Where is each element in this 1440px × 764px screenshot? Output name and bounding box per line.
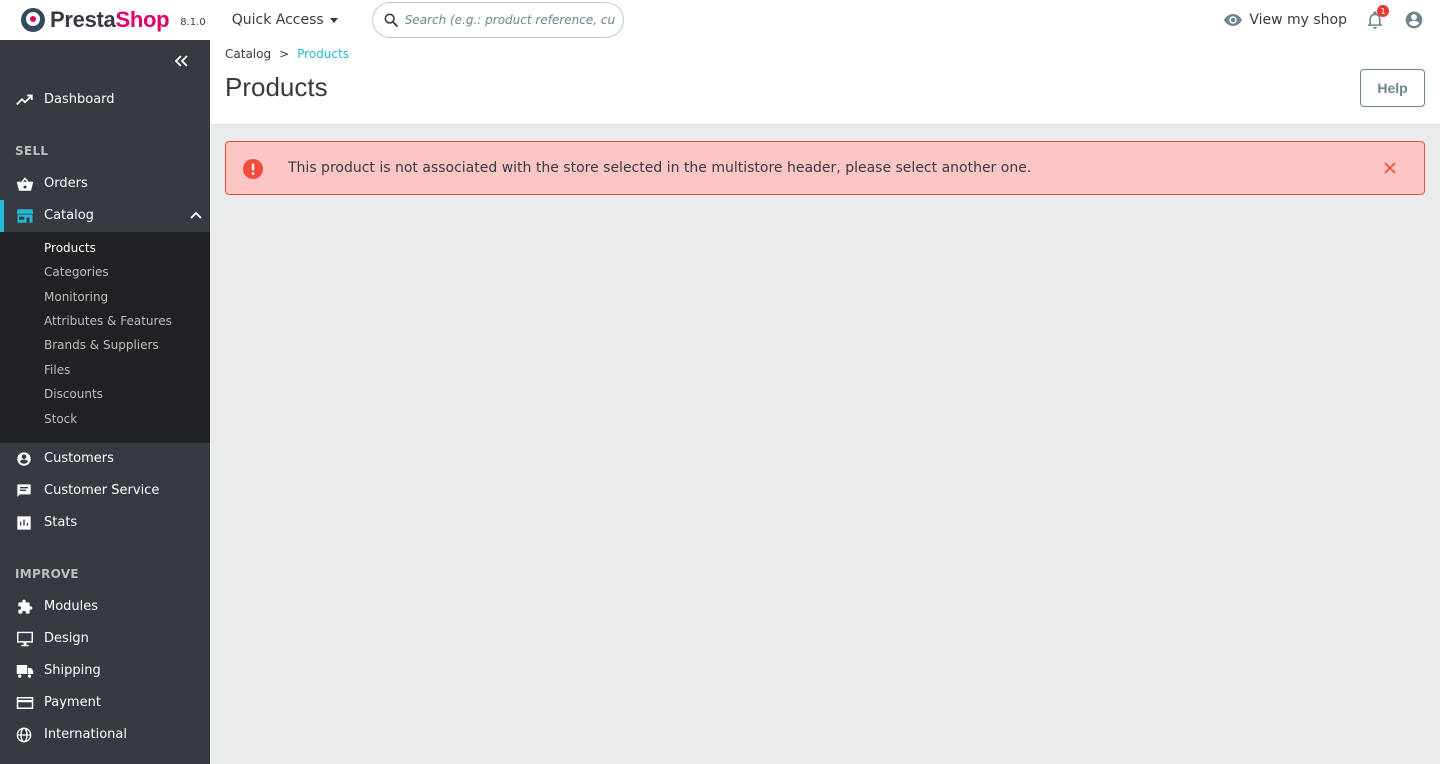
page-title: Products xyxy=(225,72,328,102)
brand-name: PrestaShop xyxy=(50,7,170,33)
submenu-item-discounts[interactable]: Discounts xyxy=(44,387,103,401)
error-alert: This product is not associated with the … xyxy=(225,141,1425,195)
account-circle-icon xyxy=(1405,11,1423,29)
sidebar-item-label: Dashboard xyxy=(44,92,115,107)
breadcrumb-separator: > xyxy=(279,47,290,61)
sidebar-item-international[interactable]: International xyxy=(0,719,210,751)
desktop-icon xyxy=(17,631,33,647)
chevron-up-icon xyxy=(190,211,202,219)
sidebar-item-catalog[interactable]: Catalog xyxy=(0,200,210,232)
alert-message: This product is not associated with the … xyxy=(288,160,1032,176)
submenu-item-monitoring[interactable]: Monitoring xyxy=(44,290,108,304)
quick-access-dropdown[interactable]: Quick Access xyxy=(232,12,338,28)
sidebar-item-label: Shipping xyxy=(44,663,101,678)
trending-up-icon xyxy=(16,94,33,106)
sidebar-item-label: International xyxy=(44,727,127,742)
search-input[interactable] xyxy=(404,13,615,27)
search-icon xyxy=(384,13,398,27)
shopping-basket-icon xyxy=(16,177,34,191)
account-button[interactable] xyxy=(1404,10,1424,30)
truck-icon xyxy=(16,665,34,678)
prestashop-logo[interactable]: PrestaShop xyxy=(21,7,170,33)
credit-card-icon xyxy=(16,697,34,709)
sidebar-item-label: Catalog xyxy=(44,208,94,223)
sidebar-item-label: Modules xyxy=(44,599,99,614)
breadcrumb: Catalog > Products xyxy=(225,47,349,61)
sidebar-item-dashboard[interactable]: Dashboard xyxy=(0,84,210,116)
submenu-item-attributes-features[interactable]: Attributes & Features xyxy=(44,314,172,328)
sidebar-item-customers[interactable]: Customers xyxy=(0,443,210,475)
section-title-sell: SELL xyxy=(15,144,49,158)
submenu-item-stock[interactable]: Stock xyxy=(44,412,77,426)
header-actions: View my shop 1 xyxy=(1224,0,1440,40)
sidebar-item-design[interactable]: Design xyxy=(0,623,210,655)
submenu-item-files[interactable]: Files xyxy=(44,363,70,377)
submenu-item-categories[interactable]: Categories xyxy=(44,265,109,279)
sidebar: Dashboard SELL Orders Catalog Products C… xyxy=(0,40,210,764)
close-alert-button[interactable] xyxy=(1383,161,1397,175)
puzzle-icon xyxy=(18,599,33,614)
collapse-sidebar-button[interactable] xyxy=(174,54,190,68)
error-icon xyxy=(243,159,263,179)
sidebar-item-label: Customer Service xyxy=(44,483,160,498)
sidebar-item-payment[interactable]: Payment xyxy=(0,687,210,719)
notification-badge: 1 xyxy=(1377,5,1389,17)
notifications-button[interactable]: 1 xyxy=(1367,5,1389,29)
sidebar-item-label: Design xyxy=(44,631,89,646)
submenu-item-products[interactable]: Products xyxy=(44,241,96,255)
version-label: 8.1.0 xyxy=(180,16,206,28)
sidebar-item-customer-service[interactable]: Customer Service xyxy=(0,475,210,507)
prestashop-logo-icon xyxy=(21,8,45,32)
store-icon xyxy=(16,209,34,223)
section-title-improve: IMPROVE xyxy=(15,567,79,581)
account-circle-icon xyxy=(17,452,31,466)
sidebar-item-label: Orders xyxy=(44,176,88,191)
sidebar-item-modules[interactable]: Modules xyxy=(0,591,210,623)
top-header: PrestaShop 8.1.0 Quick Access View my sh… xyxy=(0,0,1440,40)
brand-presta: Presta xyxy=(50,7,116,32)
breadcrumb-catalog[interactable]: Catalog xyxy=(225,47,271,61)
close-icon xyxy=(1384,162,1396,174)
sidebar-item-label: Payment xyxy=(44,695,101,710)
sidebar-item-label: Stats xyxy=(44,515,78,530)
page-header: Catalog > Products Products Help xyxy=(210,40,1440,125)
sidebar-item-shipping[interactable]: Shipping xyxy=(0,655,210,687)
sidebar-item-stats[interactable]: Stats xyxy=(0,507,210,539)
view-my-shop-link[interactable]: View my shop xyxy=(1224,12,1347,28)
quick-access-label: Quick Access xyxy=(231,12,324,28)
bar-chart-icon xyxy=(17,516,31,530)
view-my-shop-label: View my shop xyxy=(1249,12,1347,28)
caret-down-icon xyxy=(329,17,338,23)
globe-icon xyxy=(16,727,32,743)
sidebar-item-label: Customers xyxy=(44,451,114,466)
search-box[interactable] xyxy=(371,2,624,38)
sidebar-item-orders[interactable]: Orders xyxy=(0,168,210,200)
submenu-item-brands-suppliers[interactable]: Brands & Suppliers xyxy=(44,338,159,352)
brand-shop: Shop xyxy=(115,7,170,32)
eye-icon xyxy=(1224,14,1243,26)
double-chevron-left-icon xyxy=(174,55,188,67)
breadcrumb-products[interactable]: Products xyxy=(297,47,349,61)
help-button[interactable]: Help xyxy=(1360,69,1425,107)
chat-icon xyxy=(17,484,31,497)
